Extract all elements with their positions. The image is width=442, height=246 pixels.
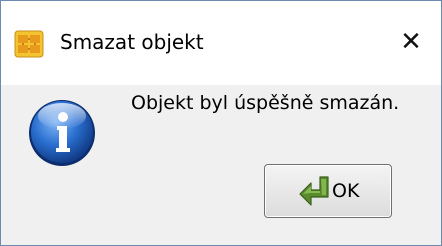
dialog-message: Objekt byl úspěšně smazán.: [131, 92, 400, 114]
close-button[interactable]: ✕: [381, 18, 441, 66]
dialog-body: Objekt byl úspěšně smazán. OK: [1, 85, 441, 245]
message-dialog: Smazat objekt ✕ Objekt byl úspěšně smazá…: [0, 0, 442, 246]
app-icon: [14, 30, 44, 58]
title-bar: Smazat objekt ✕: [1, 1, 441, 85]
ok-button[interactable]: OK: [264, 164, 392, 218]
info-icon: [29, 100, 95, 166]
close-icon: ✕: [400, 27, 422, 57]
return-arrow-icon: [299, 176, 329, 206]
window-title: Smazat objekt: [60, 30, 204, 54]
ok-button-label: OK: [332, 180, 360, 202]
